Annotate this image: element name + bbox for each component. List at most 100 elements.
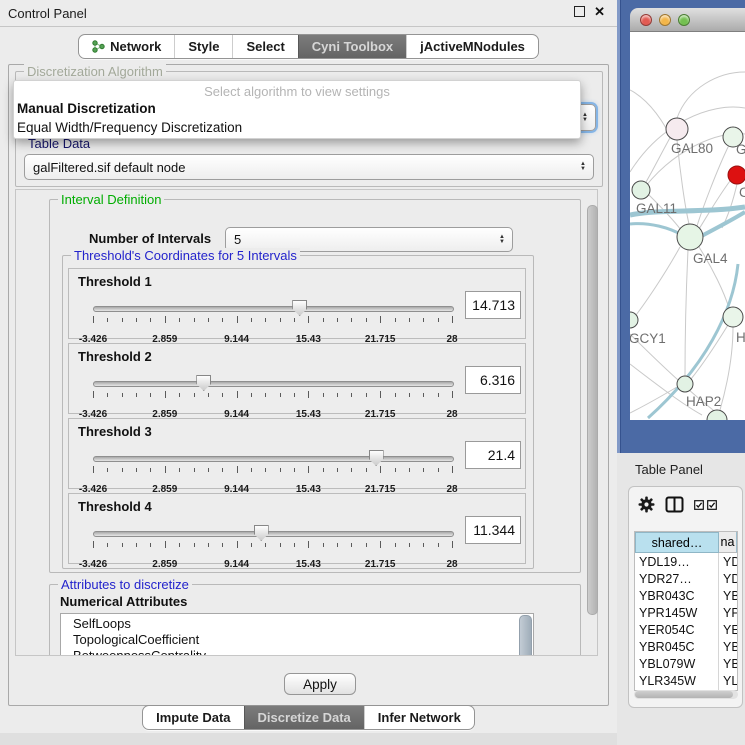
settings-outer-panel: Discretization Algorithm ▲▼ Table Data g…: [8, 64, 609, 706]
table-row[interactable]: YLR345WYLR3: [635, 672, 737, 689]
tick-label: -3.426: [79, 559, 107, 570]
apply-button[interactable]: Apply: [284, 673, 356, 695]
table-cell[interactable]: YBR0: [719, 638, 737, 655]
threshold-2-thumb[interactable]: [196, 375, 211, 391]
algorithm-group-title: Discretization Algorithm: [24, 64, 166, 79]
table-horizontal-scrollbar[interactable]: [634, 690, 738, 699]
node-h[interactable]: [723, 307, 743, 327]
table-cell[interactable]: YER054C: [635, 621, 719, 638]
tab-style[interactable]: Style: [174, 35, 232, 58]
float-window-icon[interactable]: [574, 6, 585, 17]
minimize-traffic-light-icon[interactable]: [659, 14, 671, 26]
threshold-1-slider[interactable]: -3.4262.8599.14415.4321.71528: [93, 306, 452, 336]
table-panel-title: Table Panel: [635, 462, 703, 477]
table-cell[interactable]: YER0: [719, 621, 737, 638]
column-header-shared-[interactable]: shared…: [635, 532, 719, 553]
node-gal4[interactable]: [677, 224, 703, 250]
table-cell[interactable]: YDR2: [719, 570, 737, 587]
dropdown-option-manual[interactable]: Manual Discretization: [14, 99, 580, 118]
node-gal80[interactable]: [666, 118, 688, 140]
zoom-traffic-light-icon[interactable]: [678, 14, 690, 26]
slider-track[interactable]: [93, 531, 454, 537]
settings-scrollbar-thumb[interactable]: [587, 205, 598, 615]
tab-cyni-toolbox[interactable]: Cyni Toolbox: [298, 35, 406, 58]
table-cell[interactable]: YBR0: [719, 587, 737, 604]
threshold-2-slider[interactable]: -3.4262.8599.14415.4321.71528: [93, 381, 452, 411]
threshold-2-value-field[interactable]: 6.316: [465, 366, 521, 394]
numerical-attributes-list: SelfLoopsTopologicalCoefficientBetweenne…: [60, 613, 534, 656]
threshold-1-value-field[interactable]: 14.713: [465, 291, 521, 319]
table-cell[interactable]: YBR043C: [635, 587, 719, 604]
tab-cyni-toolbox-label: Cyni Toolbox: [312, 39, 393, 54]
table-cell[interactable]: YLR3: [719, 672, 737, 689]
table-hscroll-thumb[interactable]: [635, 691, 733, 698]
bottom-tab-infer-network[interactable]: Infer Network: [364, 706, 474, 729]
top-tab-bar: Network Style Select Cyni Toolbox jActiveMNo…: [0, 34, 617, 59]
threshold-3-value-field[interactable]: 21.4: [465, 441, 521, 469]
node-gal11[interactable]: [632, 181, 650, 199]
table-cell[interactable]: YLR345W: [635, 672, 719, 689]
table-row[interactable]: YBR043CYBR0: [635, 587, 737, 604]
tab-select[interactable]: Select: [232, 35, 297, 58]
panel-title: Control Panel: [8, 6, 87, 21]
tab-jactivemnodules[interactable]: jActiveMNodules: [406, 35, 538, 58]
table-cell[interactable]: YBL079W: [635, 655, 719, 672]
bottom-tab-impute-data[interactable]: Impute Data: [143, 706, 243, 729]
slider-ticks: -3.4262.8599.14415.4321.71528: [93, 465, 452, 474]
node-c[interactable]: [728, 166, 745, 184]
tick-label: 28: [446, 559, 457, 570]
network-icon: [92, 39, 105, 54]
settings-scrollbar[interactable]: [585, 191, 598, 653]
node-unlabeled[interactable]: [707, 410, 727, 420]
columns-icon[interactable]: [665, 496, 684, 513]
table-row[interactable]: YDL19…YDL1: [635, 553, 737, 570]
tab-style-label: Style: [188, 39, 219, 54]
table-cell[interactable]: YDL19…: [635, 553, 719, 570]
node-table: shared…naYDL19…YDL1YDR27…YDR2YBR043CYBR0…: [634, 531, 738, 691]
tab-network[interactable]: Network: [79, 35, 174, 58]
tab-jactivemnodules-label: jActiveMNodules: [420, 39, 525, 54]
table-row[interactable]: YBL079WYBL0: [635, 655, 737, 672]
table-row[interactable]: YER054CYER0: [635, 621, 737, 638]
table-cell[interactable]: YPR1: [719, 604, 737, 621]
table-cell[interactable]: YDR27…: [635, 570, 719, 587]
slider-track[interactable]: [93, 306, 454, 312]
table-cell[interactable]: YBL0: [719, 655, 737, 672]
bottom-tab-discretize-data[interactable]: Discretize Data: [244, 706, 364, 729]
table-row[interactable]: YBR045CYBR0: [635, 638, 737, 655]
table-row[interactable]: YDR27…YDR2: [635, 570, 737, 587]
slider-track[interactable]: [93, 381, 454, 387]
bottom-tab-impute-data-label: Impute Data: [156, 710, 230, 725]
table-row[interactable]: YPR145WYPR1: [635, 604, 737, 621]
table-cell[interactable]: YDL1: [719, 553, 737, 570]
checked-checkbox-icon[interactable]: [694, 500, 704, 510]
network-canvas[interactable]: GAL80GACGAL11GAL4GCY1HHAP2: [630, 32, 745, 420]
slider-track[interactable]: [93, 456, 454, 462]
node-label: GAL4: [693, 251, 728, 266]
threshold-3-slider[interactable]: -3.4262.8599.14415.4321.71528: [93, 456, 452, 486]
column-header-na[interactable]: na: [719, 532, 737, 553]
attribute-item[interactable]: BetweennessCentrality: [73, 648, 533, 656]
node-hap2[interactable]: [677, 376, 693, 392]
threshold-4-thumb[interactable]: [254, 525, 269, 541]
tick-label: 15.43: [296, 559, 321, 570]
threshold-1-thumb[interactable]: [292, 300, 307, 316]
threshold-4-slider[interactable]: -3.4262.8599.14415.4321.71528: [93, 531, 452, 561]
table-cell[interactable]: YPR145W: [635, 604, 719, 621]
list-scrollbar-thumb[interactable]: [519, 615, 532, 656]
dropdown-option-equal-width[interactable]: Equal Width/Frequency Discretization: [14, 118, 580, 137]
right-region: GAL80GACGAL11GAL4GCY1HHAP2 Table Panel: [617, 0, 745, 745]
network-window-titlebar[interactable]: [630, 8, 745, 32]
close-traffic-light-icon[interactable]: [640, 14, 652, 26]
close-icon[interactable]: ✕: [594, 5, 605, 18]
table-panel: Table Panel: [617, 453, 745, 745]
attribute-item[interactable]: TopologicalCoefficient: [73, 632, 533, 648]
threshold-4-value-field[interactable]: 11.344: [465, 516, 521, 544]
gear-icon[interactable]: [638, 496, 655, 513]
threshold-3-thumb[interactable]: [369, 450, 384, 466]
table-data-combo[interactable]: galFiltered.sif default node ▲▼: [24, 154, 594, 180]
table-cell[interactable]: YBR045C: [635, 638, 719, 655]
attribute-item[interactable]: SelfLoops: [73, 616, 533, 632]
spinner-icon: ▲▼: [499, 235, 505, 245]
checked-checkbox-icon[interactable]: [707, 500, 717, 510]
